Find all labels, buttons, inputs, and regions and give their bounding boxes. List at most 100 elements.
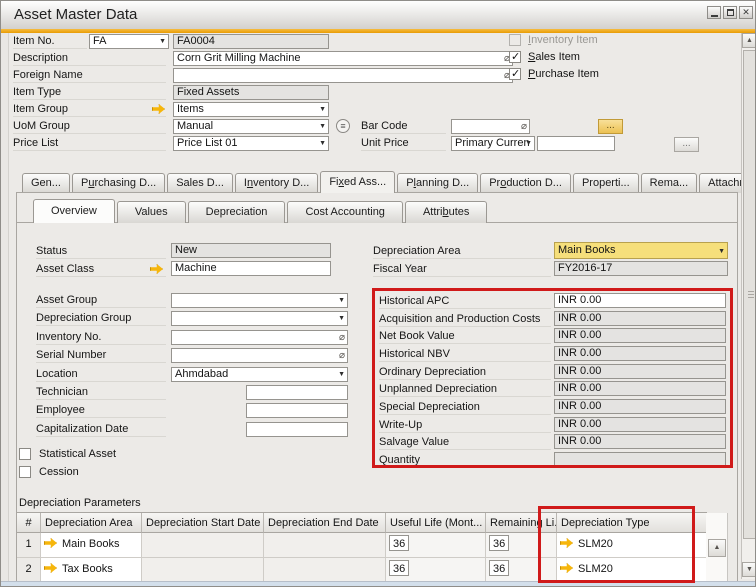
close-button[interactable]: ✕ <box>739 6 753 19</box>
asset-group-combo[interactable]: ▼ <box>171 293 348 308</box>
item-group-combo[interactable]: Items▼ <box>173 102 329 117</box>
tab-planning-data[interactable]: Planning D... <box>397 173 478 193</box>
vertical-scrollbar[interactable]: ▲ ▼ <box>741 33 756 579</box>
scroll-up-button[interactable]: ▲ <box>742 33 756 48</box>
subtab-attributes[interactable]: Attributes <box>405 201 487 223</box>
subtab-cost-accounting[interactable]: Cost Accounting <box>287 201 403 223</box>
depreciation-group-combo[interactable]: ▼ <box>171 311 348 326</box>
cession-checkbox[interactable] <box>19 466 31 478</box>
column-header-type[interactable]: Depreciation Type <box>557 513 706 533</box>
subtab-depreciation[interactable]: Depreciation <box>188 201 286 223</box>
more-options-button[interactable]: ... <box>674 137 699 152</box>
depreciation-parameters-table: # Depreciation Area Depreciation Start D… <box>16 512 707 584</box>
check-icon: ✓ <box>511 67 520 80</box>
depreciation-type-cell[interactable]: SLM20 <box>557 533 706 558</box>
purchase-item-checkbox[interactable]: ✓ <box>509 68 521 80</box>
start-date-cell[interactable] <box>142 533 264 558</box>
column-header-end-date[interactable]: Depreciation End Date <box>264 513 386 533</box>
end-date-cell[interactable] <box>264 558 386 583</box>
item-type-field[interactable]: Fixed Assets <box>173 85 329 100</box>
inventory-no-input[interactable]: ⌀ <box>171 330 348 345</box>
tab-purchasing-data[interactable]: Purchasing D... <box>72 173 165 193</box>
statistical-asset-label: Statistical Asset <box>39 448 116 462</box>
capitalization-date-input[interactable] <box>246 422 348 437</box>
selection-list-icon[interactable]: ⌀ <box>339 350 345 362</box>
asset-class-label: Asset Class <box>36 262 166 277</box>
row-num[interactable]: 2 <box>17 558 41 583</box>
statistical-asset-checkbox[interactable] <box>19 448 31 460</box>
selection-list-icon[interactable]: ⌀ <box>339 332 345 344</box>
tab-properties[interactable]: Properti... <box>573 173 639 193</box>
link-arrow-icon[interactable] <box>44 563 57 573</box>
depreciation-area-cell[interactable]: Main Books <box>41 533 142 558</box>
up-arrow-icon: ▲ <box>714 544 721 551</box>
unit-price-label: Unit Price <box>361 136 446 151</box>
quantity-field <box>554 452 726 467</box>
maximize-button[interactable] <box>723 6 737 19</box>
tab-production-data[interactable]: Production D... <box>480 173 571 193</box>
start-date-cell[interactable] <box>142 558 264 583</box>
depreciation-area-label: Depreciation Area <box>373 244 551 259</box>
tab-sales-data[interactable]: Sales D... <box>167 173 233 193</box>
tab-inventory-data[interactable]: Inventory D... <box>235 173 318 193</box>
ordinary-depreciation-field: INR 0.00 <box>554 364 726 379</box>
remaining-life-cell[interactable]: 36 <box>486 558 557 583</box>
chevron-down-icon: ▼ <box>319 123 326 131</box>
location-combo[interactable]: Ahmdabad▼ <box>171 367 348 382</box>
up-arrow-icon: ▲ <box>746 37 753 44</box>
foreign-name-input[interactable]: ⌀ <box>173 68 513 83</box>
serial-number-input[interactable]: ⌀ <box>171 348 348 363</box>
inventory-item-checkbox <box>509 34 521 46</box>
column-header-remaining-life[interactable]: Remaining Li... <box>486 513 557 533</box>
link-arrow-icon[interactable] <box>560 563 573 573</box>
tab-fixed-assets[interactable]: Fixed Ass... <box>320 171 395 193</box>
minimize-button[interactable] <box>707 6 721 19</box>
bar-code-browse-button[interactable]: ... <box>598 119 623 134</box>
selection-list-icon[interactable]: ⌀ <box>521 121 527 133</box>
salvage-value-field: INR 0.00 <box>554 434 726 449</box>
item-no-field[interactable]: FA0004 <box>173 34 329 49</box>
depreciation-area-combo[interactable]: Main Books▼ <box>554 242 728 259</box>
table-scroll-up-button[interactable]: ▲ <box>708 539 726 557</box>
unit-price-input[interactable] <box>537 136 615 151</box>
link-arrow-icon[interactable] <box>44 538 57 548</box>
uom-group-combo[interactable]: Manual▼ <box>173 119 329 134</box>
uom-list-icon[interactable]: ≡ <box>336 119 350 133</box>
depreciation-area-cell[interactable]: Tax Books <box>41 558 142 583</box>
column-header-area[interactable]: Depreciation Area <box>41 513 142 533</box>
row-num[interactable]: 1 <box>17 533 41 558</box>
scrollbar-thumb[interactable] <box>743 50 756 539</box>
scroll-down-button[interactable]: ▼ <box>742 562 756 577</box>
column-header-start-date[interactable]: Depreciation Start Date <box>142 513 264 533</box>
asset-class-input[interactable]: Machine <box>171 261 331 276</box>
technician-input[interactable] <box>246 385 348 400</box>
sales-item-checkbox[interactable]: ✓ <box>509 51 521 63</box>
remaining-life-cell[interactable]: 36 <box>486 533 557 558</box>
check-icon: ✓ <box>511 50 520 63</box>
column-header-num[interactable]: # <box>17 513 41 533</box>
link-arrow-icon[interactable] <box>560 538 573 548</box>
historical-apc-label: Historical APC <box>379 294 551 309</box>
description-input[interactable]: Corn Grit Milling Machine⌀ <box>173 51 513 66</box>
column-header-useful-life[interactable]: Useful Life (Mont... <box>386 513 486 533</box>
useful-life-cell[interactable]: 36 <box>386 558 486 583</box>
historical-apc-field[interactable]: INR 0.00 <box>554 293 726 308</box>
end-date-cell[interactable] <box>264 533 386 558</box>
item-no-series-combo[interactable]: FA▼ <box>89 34 169 49</box>
depreciation-type-cell[interactable]: SLM20 <box>557 558 706 583</box>
useful-life-cell[interactable]: 36 <box>386 533 486 558</box>
chevron-down-icon: ▼ <box>319 106 326 114</box>
sub-tab-strip: Overview Values Depreciation Cost Accoun… <box>33 198 487 223</box>
asset-master-data-window: Asset Master Data ✕ Item No. FA▼ FA0004 … <box>0 0 756 587</box>
tab-remarks[interactable]: Rema... <box>641 173 698 193</box>
subtab-overview[interactable]: Overview <box>33 199 115 223</box>
left-frame <box>1 33 9 581</box>
price-list-label: Price List <box>13 136 166 151</box>
tab-general[interactable]: Gen... <box>22 173 70 193</box>
subtab-values[interactable]: Values <box>117 201 186 223</box>
price-list-combo[interactable]: Price List 01▼ <box>173 136 329 151</box>
employee-input[interactable] <box>246 403 348 418</box>
bar-code-input[interactable]: ⌀ <box>451 119 530 134</box>
special-depreciation-field: INR 0.00 <box>554 399 726 414</box>
unit-price-currency-combo[interactable]: Primary Curren▼ <box>451 136 535 151</box>
